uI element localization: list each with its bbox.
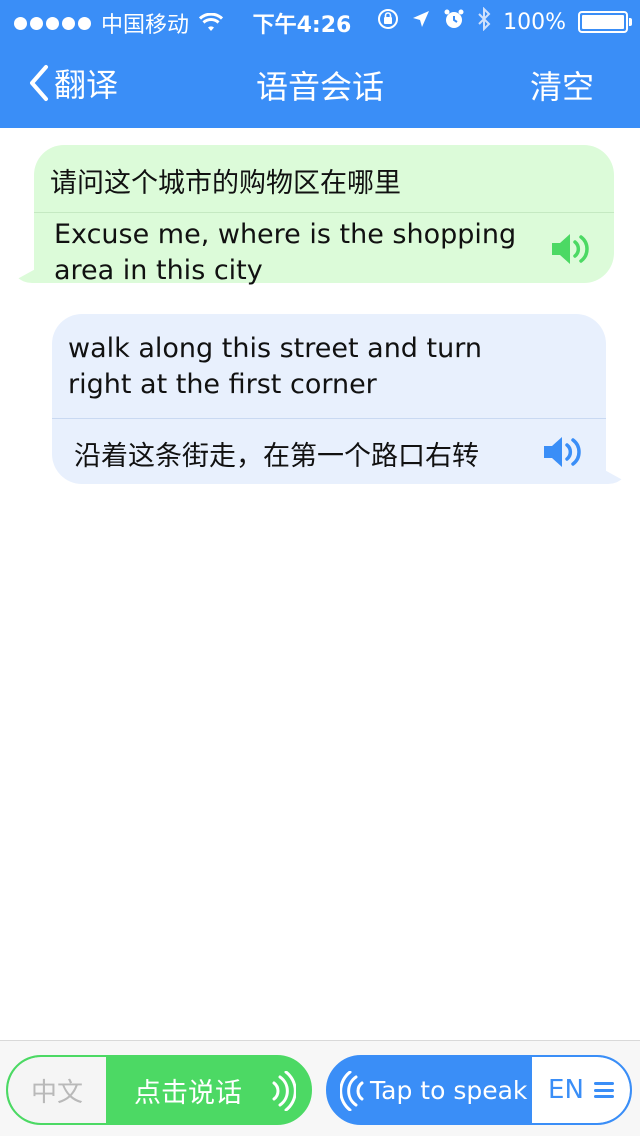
battery-percent: 100% — [503, 9, 566, 35]
speaker-icon[interactable] — [542, 432, 586, 476]
chinese-speak-label: 点击说话 — [134, 1077, 242, 1109]
carrier-name: 中国移动 — [101, 13, 190, 38]
english-speak-button[interactable]: Tap to speak — [328, 1057, 532, 1123]
speaker-icon[interactable] — [550, 229, 594, 273]
chinese-language-selector[interactable]: 中文 — [8, 1057, 106, 1123]
alarm-icon — [443, 8, 465, 36]
english-speak-label: Tap to speak — [370, 1075, 528, 1105]
bubble-divider — [52, 418, 606, 419]
english-language-selector[interactable]: EN — [532, 1057, 630, 1123]
source-text: walk along this street and turn right at… — [68, 333, 482, 400]
rotation-lock-icon — [377, 8, 399, 36]
signal-strength-icon — [14, 16, 91, 30]
chinese-speak-button[interactable]: 点击说话 — [106, 1057, 310, 1123]
wifi-icon — [199, 13, 224, 33]
chat-bubble-english: walk along this street and turn right at… — [52, 314, 606, 484]
source-text: 请问这个城市的购物区在哪里 — [50, 168, 401, 199]
nav-bar: 翻译 语音会话 清空 — [0, 40, 640, 128]
english-speak-control: Tap to speak EN — [326, 1055, 632, 1125]
menu-icon — [593, 1082, 614, 1098]
clear-button[interactable]: 清空 — [530, 62, 594, 108]
clock-time: 下午4:26 — [252, 13, 352, 38]
sound-wave-icon — [272, 1071, 296, 1111]
chinese-speak-control: 中文 点击说话 — [6, 1055, 312, 1125]
header: 中国移动 下午4:26 100% 翻译 语音会话 清空 — [0, 0, 640, 128]
bubble-divider — [34, 212, 614, 213]
status-bar: 中国移动 下午4:26 100% — [0, 0, 640, 40]
chat-bubble-chinese: 请问这个城市的购物区在哪里 Excuse me, where is the sh… — [34, 145, 614, 286]
bottom-bar: 中文 点击说话 Tap to speak EN — [0, 1040, 640, 1136]
bluetooth-icon — [477, 6, 491, 37]
translation-text: Excuse me, where is the shopping area in… — [54, 219, 517, 286]
english-language-label: EN — [548, 1075, 584, 1105]
battery-icon — [578, 11, 632, 33]
location-arrow-icon — [411, 9, 431, 35]
sound-wave-icon — [340, 1071, 364, 1111]
translation-text: 沿着这条街走，在第一个路口右转 — [74, 441, 479, 472]
